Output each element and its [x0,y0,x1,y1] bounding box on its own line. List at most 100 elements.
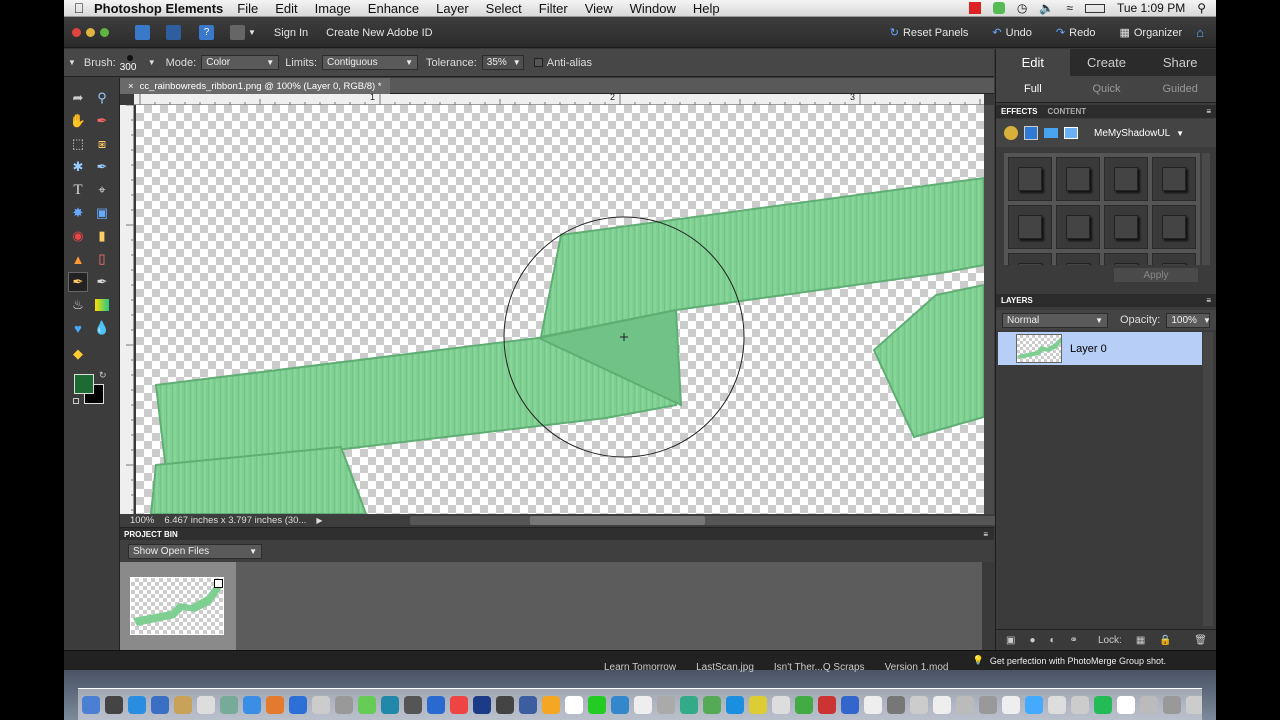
dock-app-icon[interactable] [1117,695,1135,714]
project-bin-header[interactable]: PROJECT BIN ≡ [120,527,994,540]
tab-full[interactable]: Full [996,76,1070,102]
move-tool-icon[interactable]: ➦ [68,88,88,108]
tab-share[interactable]: Share [1143,49,1216,76]
menu-window[interactable]: Window [630,1,676,16]
horizontal-scrollbar[interactable] [410,516,1030,525]
time-machine-icon[interactable]: ◷ [1017,1,1027,15]
wifi-icon[interactable]: ≈ [1066,1,1073,15]
dock-app-icon[interactable] [519,695,537,714]
dock-app-icon[interactable] [358,695,376,714]
anti-alias-checkbox[interactable] [533,58,543,67]
dock-app-icon[interactable] [680,695,698,714]
dock-app-icon[interactable] [335,695,353,714]
tip-text[interactable]: Get perfection with PhotoMerge Group sho… [990,656,1166,666]
tab-edit[interactable]: Edit [996,49,1070,76]
crop-tool-icon[interactable]: ⌖ [92,180,112,200]
lasso-tool-icon[interactable]: ⧆ [92,134,112,154]
effect-thumbnail[interactable] [1056,253,1100,265]
bin-show-select[interactable]: Show Open Files ▼ [128,544,262,559]
dock-app-icon[interactable] [588,695,606,714]
clone-stamp-tool-icon[interactable]: ▲ [68,249,88,269]
dock-app-icon[interactable] [795,695,813,714]
new-file-icon[interactable] [135,25,150,40]
dock-app-icon[interactable] [703,695,721,714]
dock-app-icon[interactable] [174,695,192,714]
dock-app-icon[interactable] [1071,695,1089,714]
link-layers-icon[interactable]: ⚭ [1070,635,1078,646]
status-red-icon[interactable] [968,2,981,14]
layer-mask-icon[interactable]: ◐ [1050,635,1056,646]
effects-scrollbar[interactable] [1202,153,1210,265]
dock-app-icon[interactable] [427,695,445,714]
horizontal-scroll-thumb[interactable] [530,516,705,525]
panel-menu-icon[interactable]: ≡ [1206,107,1211,116]
dock-app-icon[interactable] [657,695,675,714]
effect-thumbnail[interactable] [1152,205,1196,249]
effect-thumbnail[interactable] [1104,157,1148,201]
effect-thumbnail[interactable] [1104,205,1148,249]
opacity-field[interactable]: 100% ▼ [1166,312,1211,328]
close-window-icon[interactable] [72,28,81,37]
dock-app-icon[interactable] [312,695,330,714]
effect-thumbnail[interactable] [1008,205,1052,249]
swap-colors-icon[interactable]: ↻ [99,370,107,381]
limits-select[interactable]: Contiguous ▼ [322,55,418,70]
desktop-file-label[interactable]: LastScan.jpg [696,662,754,673]
dock-app-icon[interactable] [542,695,560,714]
effect-thumbnail[interactable] [1056,157,1100,201]
mode-select[interactable]: Color ▼ [201,55,280,70]
volume-icon[interactable]: 🔈 [1039,1,1054,15]
dock-app-icon[interactable] [128,695,146,714]
sponge-tool-icon[interactable]: ◆ [68,344,88,364]
organizer-button[interactable]: ▦ Organizer [1119,26,1182,40]
sign-in-link[interactable]: Sign In [274,27,308,39]
blur-tool-icon[interactable]: 💧 [92,318,112,338]
cookie-cutter-tool-icon[interactable]: ✸ [68,203,88,223]
quick-selection-tool-icon[interactable]: ✒ [92,157,112,177]
dock-app-icon[interactable] [749,695,767,714]
gradient-tool-icon[interactable] [92,295,112,315]
apple-menu-icon[interactable]:  [64,0,94,16]
home-icon[interactable]: ⌂ [1196,25,1204,40]
options-menu-icon[interactable]: ▼ [68,58,76,67]
dock-app-icon[interactable] [956,695,974,714]
effect-thumbnail[interactable] [1152,157,1196,201]
dock-app-icon[interactable] [473,695,491,714]
effect-thumbnail[interactable] [1152,253,1196,265]
dock-app-icon[interactable] [1048,695,1066,714]
document-tab[interactable]: × cc_rainbowreds_ribbon1.png @ 100% (Lay… [120,78,390,94]
default-colors-icon[interactable] [73,398,79,404]
dock-app-icon[interactable] [450,695,468,714]
dock-app-icon[interactable] [266,695,284,714]
dock-app-icon[interactable] [1186,695,1202,714]
dock-app-icon[interactable] [910,695,928,714]
vertical-scrollbar[interactable] [984,105,994,514]
dock-app-icon[interactable] [496,695,514,714]
type-tool-icon[interactable]: T [68,180,88,200]
dock-app-icon[interactable] [772,695,790,714]
close-tab-icon[interactable]: × [128,81,134,92]
dock-app-icon[interactable] [634,695,652,714]
dock-app-icon[interactable] [1163,695,1181,714]
effect-thumbnail[interactable] [1008,157,1052,201]
arrange-icon[interactable] [230,25,245,40]
delete-layer-icon[interactable]: 🗑 [1194,635,1207,646]
bin-item[interactable] [120,562,236,650]
menu-help[interactable]: Help [693,1,720,16]
dock-app-icon[interactable] [1025,695,1043,714]
eyedropper-tool-icon[interactable]: ✒ [92,111,112,131]
dock-app-icon[interactable] [220,695,238,714]
evernote-icon[interactable] [992,2,1005,14]
layers-scrollbar[interactable] [1203,332,1213,626]
red-eye-tool-icon[interactable]: ◉ [68,226,88,246]
info-menu-icon[interactable]: ▶ [316,516,322,525]
desktop-file-label[interactable]: Isn't Ther...Q Scraps [774,662,865,673]
dock-app-icon[interactable] [864,695,882,714]
battery-icon[interactable] [1084,3,1105,13]
undo-button[interactable]: ↶ Undo [992,26,1032,40]
custom-shape-tool-icon[interactable]: ♥ [68,318,88,338]
filters-icon[interactable] [1004,126,1018,140]
desktop-file-label[interactable]: Learn Tomorrow [604,662,676,673]
lock-transparent-icon[interactable]: ▦ [1136,635,1145,646]
layer-thumbnail[interactable] [1016,334,1062,363]
